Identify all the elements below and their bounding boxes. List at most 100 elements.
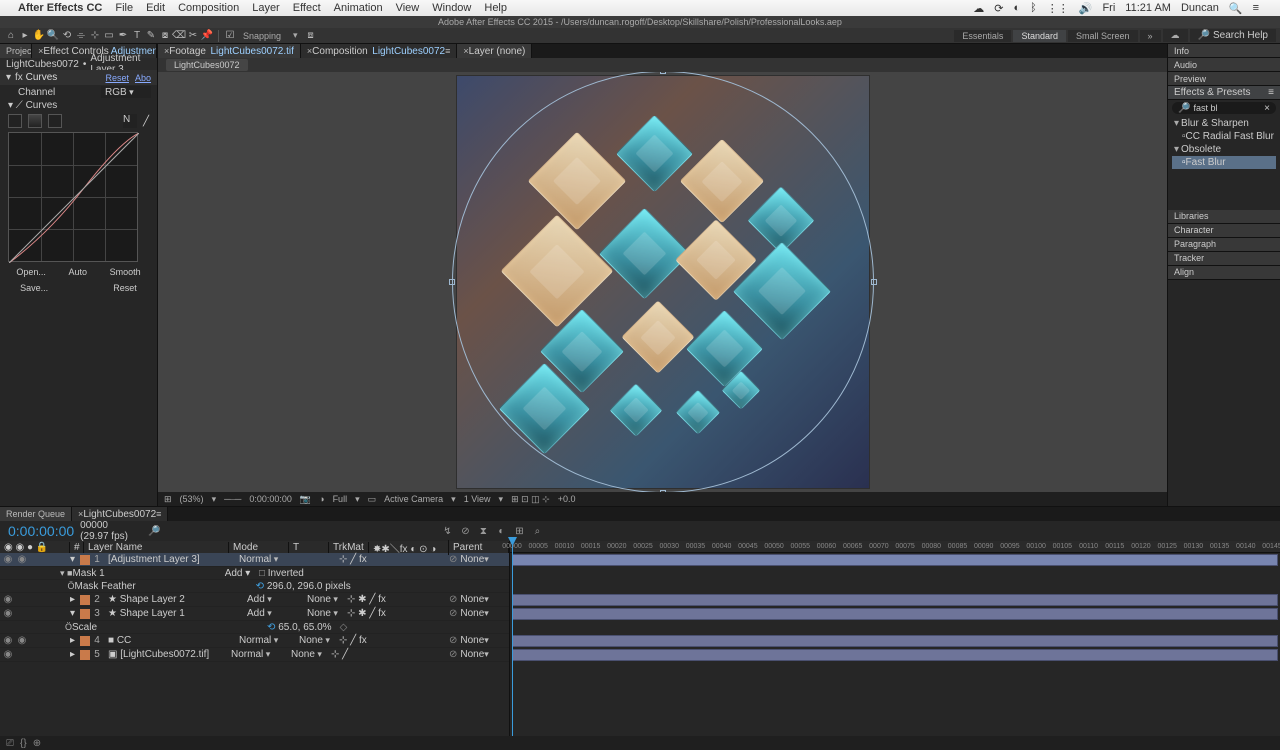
menubar-icon[interactable]: ◐	[1013, 2, 1020, 14]
curves-graph[interactable]	[8, 132, 138, 262]
tl-bar-4[interactable]	[512, 635, 1278, 647]
layer-row-5[interactable]: ◉ ▸5 ▣ [LightCubes0072.tif] Normal ▾ Non…	[0, 648, 509, 662]
pen-tool-icon[interactable]: ✒	[116, 29, 130, 43]
curve-auto[interactable]: Auto	[62, 266, 93, 278]
vb-view[interactable]: 1 View	[464, 494, 491, 504]
tl-draft-icon[interactable]: ⊘	[458, 524, 472, 538]
panel-character[interactable]: Character	[1168, 224, 1280, 238]
tab-composition[interactable]: × Composition LightCubes0072 ≡	[301, 44, 457, 58]
scale-row[interactable]: Ö Scale⟲ 65.0, 65.0%◇	[0, 621, 509, 634]
panel-preview[interactable]: Preview	[1168, 72, 1280, 86]
curve-smooth[interactable]: Smooth	[104, 266, 147, 278]
puppet-tool-icon[interactable]: 📌	[200, 29, 214, 43]
home-icon[interactable]: ⌂	[4, 29, 18, 43]
panel-audio[interactable]: Audio	[1168, 58, 1280, 72]
search-layer-icon[interactable]: 🔎	[148, 526, 160, 537]
fx-reset[interactable]: Reset	[105, 73, 129, 83]
ep-group-obsolete[interactable]: ▾Obsolete	[1172, 143, 1276, 156]
h-parent[interactable]: Parent	[449, 542, 509, 553]
curve-hist-icon[interactable]	[28, 114, 42, 128]
ws-standard[interactable]: Standard	[1013, 30, 1066, 42]
viewer[interactable]	[158, 72, 1167, 492]
menu-view[interactable]: View	[396, 2, 420, 14]
comp-chip[interactable]: LightCubes0072	[166, 59, 248, 71]
cloud-icon[interactable]: ☁	[973, 2, 984, 15]
panel-align[interactable]: Align	[1168, 266, 1280, 280]
panel-effects-presets[interactable]: Effects & Presets≡	[1168, 86, 1280, 100]
mask-feather-row[interactable]: Ö Mask Feather⟲ 296.0, 296.0 pixels	[0, 580, 509, 593]
h-mode[interactable]: Mode	[229, 542, 289, 553]
tl-fps-icon[interactable]: ⧗	[476, 524, 490, 538]
tl-bar-1[interactable]	[512, 554, 1278, 566]
ws-more[interactable]: »	[1140, 30, 1161, 42]
vb-exp[interactable]: +0.0	[558, 494, 576, 504]
menu-effect[interactable]: Effect	[293, 2, 321, 14]
ep-cc-radial[interactable]: ▫ CC Radial Fast Blur	[1172, 130, 1276, 143]
notif-icon[interactable]: ≡	[1253, 2, 1259, 14]
sb-toggle-icon[interactable]: ⎚	[6, 738, 14, 749]
ep-group-blur[interactable]: ▾Blur & Sharpen	[1172, 117, 1276, 130]
rect-tool-icon[interactable]: ▭	[102, 29, 116, 43]
ep-fast-blur[interactable]: ▫ Fast Blur	[1172, 156, 1276, 169]
sb-plus-icon[interactable]: ⊕	[33, 738, 41, 749]
hand-tool-icon[interactable]: ✋	[32, 29, 46, 43]
tl-bar-2[interactable]	[512, 594, 1278, 606]
snap-dd[interactable]: ▾	[293, 30, 298, 41]
mask-handle-right[interactable]	[871, 279, 877, 285]
curve-line-icon[interactable]: ╱	[143, 116, 149, 127]
h-name[interactable]: Layer Name	[84, 542, 229, 553]
h-trk[interactable]: TrkMat	[329, 542, 369, 553]
tl-bar-3[interactable]	[512, 608, 1278, 620]
menu-edit[interactable]: Edit	[146, 2, 165, 14]
text-tool-icon[interactable]: T	[130, 29, 144, 43]
menu-window[interactable]: Window	[432, 2, 471, 14]
cc-icon[interactable]: ☁	[1163, 29, 1188, 42]
timeline-graph[interactable]: 0000000005000100001500020000250003000035…	[510, 541, 1280, 736]
vb-camera[interactable]: Active Camera	[384, 494, 443, 504]
selection-tool-icon[interactable]: ▸	[18, 29, 32, 43]
eraser-tool-icon[interactable]: ⌫	[172, 29, 186, 43]
curve-shape-icon[interactable]	[8, 114, 22, 128]
panel-libraries[interactable]: Libraries	[1168, 210, 1280, 224]
zoom-tool-icon[interactable]: 🔍	[46, 29, 60, 43]
ws-small[interactable]: Small Screen	[1068, 30, 1138, 42]
curves-twirl[interactable]: ▾ ⟋ Curves	[0, 99, 157, 112]
wifi-icon[interactable]: ⋮⋮	[1047, 2, 1069, 15]
vb-zoom[interactable]: (53%)	[180, 494, 204, 504]
timecode[interactable]: 0:00:00:00	[8, 523, 74, 539]
camera-tool-icon[interactable]: ⌯	[74, 29, 88, 43]
tl-snap-icon[interactable]: ⌕	[530, 524, 544, 538]
tl-mb-icon[interactable]: ◐	[494, 524, 508, 538]
sb-brace-icon[interactable]: {}	[20, 738, 27, 749]
brush-tool-icon[interactable]: ✎	[144, 29, 158, 43]
user-text[interactable]: Duncan	[1181, 2, 1219, 14]
mask-handle-left[interactable]	[449, 279, 455, 285]
fx-about[interactable]: Abo	[135, 73, 151, 83]
tl-bar-5[interactable]	[512, 649, 1278, 661]
channel-icon[interactable]: ◑	[319, 494, 324, 504]
stamp-tool-icon[interactable]: ⧇	[158, 29, 172, 43]
ws-essentials[interactable]: Essentials	[954, 30, 1011, 42]
sync-icon[interactable]: ⟳	[994, 2, 1003, 15]
layer-row-4[interactable]: ◉◉ ▸4 ■ CC Normal ▾ None ▾ ⊹ ╱ fx ⊘None …	[0, 634, 509, 648]
mask-ellipse[interactable]	[452, 72, 874, 492]
curve-free-icon[interactable]	[48, 114, 62, 128]
snap-icon[interactable]: ☑	[223, 29, 237, 43]
volume-icon[interactable]: 🔊	[1079, 2, 1093, 15]
curve-open[interactable]: Open...	[10, 266, 52, 278]
tab-project[interactable]: Project	[0, 44, 32, 58]
roto-tool-icon[interactable]: ✂	[186, 29, 200, 43]
snapping-label[interactable]: Snapping	[243, 31, 281, 41]
channel-select[interactable]: RGB ▾	[101, 86, 151, 98]
curve-reset[interactable]: Reset	[107, 282, 143, 294]
menu-file[interactable]: File	[115, 2, 133, 14]
ep-search-input[interactable]	[1193, 103, 1264, 113]
menu-help[interactable]: Help	[484, 2, 507, 14]
mask-handle-bottom[interactable]	[660, 490, 666, 492]
tab-footage[interactable]: × Footage LightCubes0072.tif	[158, 44, 301, 58]
spotlight-icon[interactable]: 🔍	[1229, 2, 1243, 15]
menu-layer[interactable]: Layer	[252, 2, 280, 14]
search-help[interactable]: 🔎Search Help	[1190, 29, 1276, 42]
anchor-tool-icon[interactable]: ⊹	[88, 29, 102, 43]
panel-info[interactable]: Info	[1168, 44, 1280, 58]
